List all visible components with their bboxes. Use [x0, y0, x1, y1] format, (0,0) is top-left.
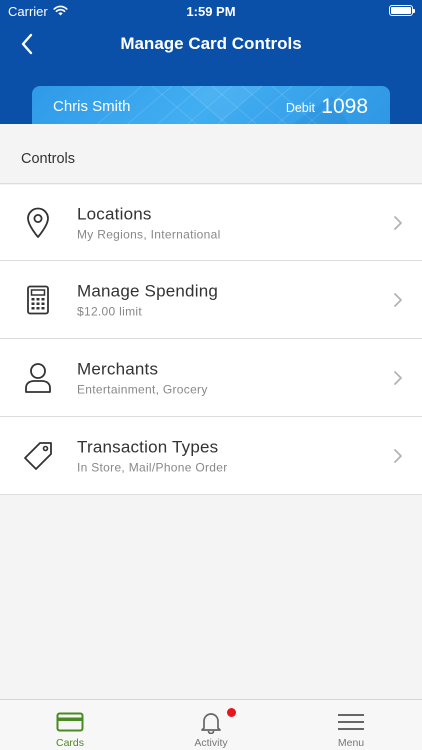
control-label: Merchants	[77, 359, 159, 378]
notification-badge	[227, 708, 236, 717]
control-label: Locations	[77, 204, 152, 223]
control-item-locations[interactable]: Locations My Regions, International	[0, 185, 422, 261]
control-item-merchants[interactable]: Merchants Entertainment, Grocery	[0, 339, 422, 417]
control-detail: My Regions, International	[77, 227, 221, 241]
chevron-right-icon	[394, 215, 402, 230]
tag-icon	[20, 438, 56, 474]
tab-label: Activity	[194, 737, 228, 749]
status-bar: Carrier 1:59 PM	[0, 0, 422, 22]
page-title: Manage Card Controls	[120, 34, 302, 53]
hamburger-icon	[336, 709, 366, 735]
tab-menu[interactable]: Menu	[281, 700, 421, 750]
tab-cards[interactable]: Cards	[0, 700, 140, 750]
location-pin-icon	[20, 205, 56, 241]
card-holder-name: Chris Smith	[53, 98, 131, 115]
chevron-right-icon	[394, 370, 402, 385]
control-detail: In Store, Mail/Phone Order	[77, 460, 228, 474]
control-detail: Entertainment, Grocery	[77, 382, 208, 396]
tab-label: Menu	[337, 737, 365, 749]
status-time: 1:59 PM	[186, 4, 236, 19]
bell-icon	[196, 709, 226, 735]
control-item-transaction-types[interactable]: Transaction Types In Store, Mail/Phone O…	[0, 417, 422, 495]
controls-header-label: Controls	[21, 151, 75, 167]
control-label: Transaction Types	[77, 437, 219, 456]
card-icon	[55, 709, 85, 735]
chevron-right-icon	[394, 292, 402, 307]
person-icon	[20, 360, 56, 396]
chevron-right-icon	[394, 448, 402, 463]
battery-icon	[389, 5, 415, 16]
calculator-icon	[20, 282, 56, 318]
card-preview-area: Chris Smith Debit 1098	[0, 66, 422, 124]
control-detail: $12.00 limit	[77, 304, 142, 318]
debit-card: Chris Smith Debit 1098	[32, 86, 390, 124]
control-item-manage-spending[interactable]: Manage Spending $12.00 limit	[0, 261, 422, 339]
card-type: Debit	[285, 101, 315, 115]
controls-list: Locations My Regions, International Mana…	[0, 185, 422, 495]
card-last-four: 1098	[321, 95, 368, 118]
tab-bar: Cards Activity Menu	[0, 699, 422, 750]
control-label: Manage Spending	[77, 281, 219, 300]
navigation-bar: Manage Card Controls	[0, 22, 422, 66]
tab-activity[interactable]: Activity	[141, 700, 281, 750]
tab-label: Cards	[55, 737, 84, 749]
controls-section-header: Controls	[0, 124, 422, 184]
